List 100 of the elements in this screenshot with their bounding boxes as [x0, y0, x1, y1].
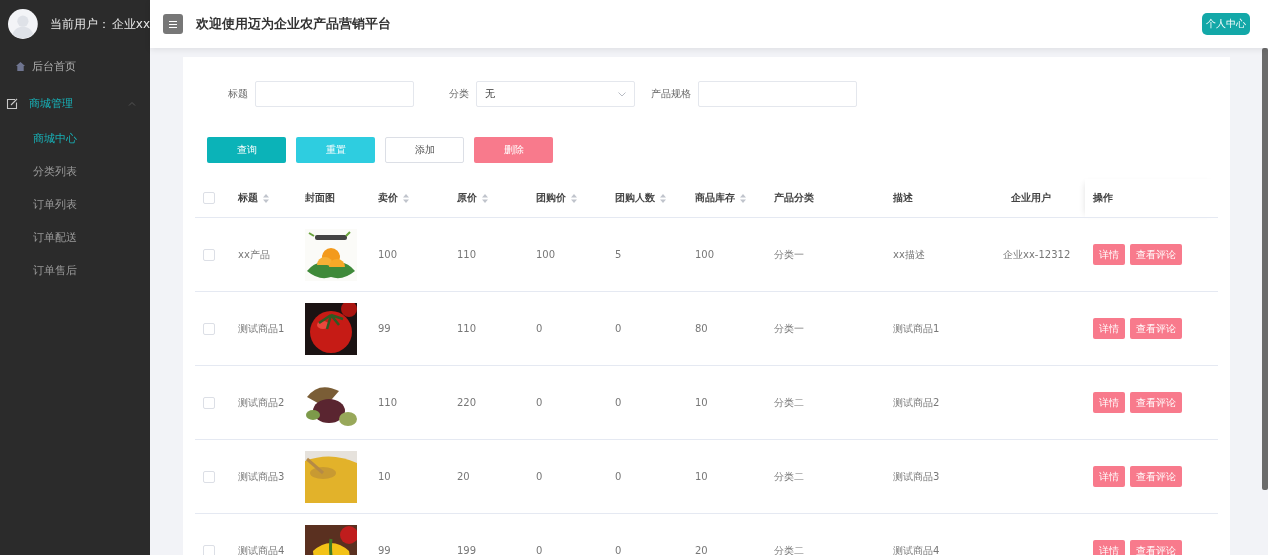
menu-button[interactable] [163, 14, 183, 34]
sort-icon[interactable] [740, 193, 746, 203]
table-cell: 测试商品4 [893, 544, 940, 555]
table-cell: 10 [695, 471, 708, 482]
table-cell: 100 [378, 249, 398, 260]
table-cell: 199 [457, 545, 477, 555]
checkbox[interactable] [203, 322, 215, 335]
column-header: 团购价 [536, 191, 566, 205]
menu-item[interactable]: 商城中心 [0, 122, 150, 155]
table-cell: 0 [536, 471, 543, 482]
column-header: 商品库存 [695, 191, 735, 205]
table-cell: 测试商品2 [893, 396, 940, 408]
row-action-button[interactable]: 查看评论 [1130, 244, 1182, 265]
column-header: 描述 [893, 191, 913, 205]
column-header: 原价 [457, 191, 477, 205]
page-title: 欢迎使用迈为企业农产品营销平台 [196, 15, 391, 33]
column-header: 卖价 [378, 191, 398, 205]
sort-icon[interactable] [482, 193, 488, 203]
menu-item[interactable]: 订单列表 [0, 188, 150, 221]
filter-label: 分类 [448, 87, 470, 101]
action-button[interactable]: 删除 [474, 137, 553, 163]
menu-group[interactable]: 商城管理 [0, 85, 150, 122]
table-cell: 0 [615, 545, 622, 555]
table-cell: 0 [615, 323, 622, 334]
menu-icon [169, 20, 177, 28]
table-cell: 测试商品3 [238, 470, 285, 482]
table-cell: 企业xx-12312 [1003, 248, 1071, 260]
row-action-button[interactable]: 详情 [1093, 318, 1125, 339]
column-header: 企业用户 [1011, 191, 1051, 205]
checkbox[interactable] [203, 396, 215, 409]
column-header: 封面图 [305, 191, 335, 205]
table-cell: 100 [695, 249, 715, 260]
checkbox[interactable] [203, 544, 215, 555]
avatar-icon [8, 8, 38, 40]
chevron-icon [618, 91, 626, 97]
select-field[interactable]: 无 [476, 81, 635, 107]
action-button[interactable]: 重置 [296, 137, 375, 163]
row-action-button[interactable]: 查看评论 [1130, 318, 1182, 339]
current-user: 当前用户： 企业xx [49, 15, 150, 33]
home-icon [15, 61, 26, 72]
table-cell: 测试商品3 [893, 470, 940, 482]
column-header: 标题 [238, 191, 258, 205]
sort-icon[interactable] [571, 193, 577, 203]
table-cell: xx描述 [893, 248, 925, 260]
profile-button[interactable]: 个人中心 [1202, 13, 1250, 35]
column-header: 产品分类 [774, 191, 814, 205]
sort-icon[interactable] [403, 193, 409, 203]
scrollbar[interactable] [1262, 48, 1268, 490]
menu-item[interactable]: 订单售后 [0, 254, 150, 287]
table-cell: 测试商品1 [893, 322, 940, 334]
table-cell: 80 [695, 323, 708, 334]
table-cell: 5 [615, 249, 622, 260]
row-action-button[interactable]: 详情 [1093, 244, 1125, 265]
table-cell: 100 [536, 249, 556, 260]
table-cell: 10 [695, 397, 708, 408]
table-cell: 20 [457, 471, 470, 482]
row-action-button[interactable]: 查看评论 [1130, 392, 1182, 413]
column-header: 操作 [1093, 191, 1113, 205]
action-button[interactable]: 查询 [207, 137, 286, 163]
action-button[interactable]: 添加 [385, 137, 464, 163]
checkbox[interactable] [203, 192, 215, 204]
table-cell: 110 [457, 323, 477, 334]
table-cell: 0 [536, 397, 543, 408]
menu-item[interactable]: 分类列表 [0, 155, 150, 188]
table-cell: 测试商品2 [238, 396, 285, 408]
table-cell: xx产品 [238, 248, 270, 260]
row-action-button[interactable]: 查看评论 [1130, 466, 1182, 487]
row-action-button[interactable]: 详情 [1093, 392, 1125, 413]
table-cell: 分类一 [774, 322, 804, 334]
input-field[interactable] [698, 81, 857, 107]
table-cell: 分类二 [774, 470, 804, 482]
filter-label: 标题 [227, 87, 249, 101]
input-field[interactable] [255, 81, 414, 107]
table-cell: 0 [536, 545, 543, 555]
table-cell: 99 [378, 545, 391, 555]
checkbox[interactable] [203, 248, 215, 261]
table-cell: 分类一 [774, 248, 804, 260]
edit-icon [6, 97, 18, 110]
menu-item[interactable]: 订单配送 [0, 221, 150, 254]
column-header: 团购人数 [615, 191, 655, 205]
table-cell: 110 [378, 397, 398, 408]
checkbox[interactable] [203, 470, 215, 483]
sort-icon[interactable] [660, 193, 666, 203]
table-cell: 99 [378, 323, 391, 334]
table-cell: 测试商品4 [238, 544, 285, 555]
sort-icon[interactable] [263, 193, 269, 203]
menu-item[interactable]: 后台首页 [0, 48, 150, 85]
table-cell: 10 [378, 471, 391, 482]
table-cell: 220 [457, 397, 477, 408]
table-cell: 0 [615, 397, 622, 408]
row-action-button[interactable]: 详情 [1093, 466, 1125, 487]
table-cell: 测试商品1 [238, 322, 285, 334]
table-cell: 分类二 [774, 396, 804, 408]
table-cell: 20 [695, 545, 708, 555]
row-action-button[interactable]: 详情 [1093, 540, 1125, 555]
table-cell: 110 [457, 249, 477, 260]
table-cell: 分类二 [774, 544, 804, 555]
table-cell: 0 [615, 471, 622, 482]
table-cell: 0 [536, 323, 543, 334]
row-action-button[interactable]: 查看评论 [1130, 540, 1182, 555]
